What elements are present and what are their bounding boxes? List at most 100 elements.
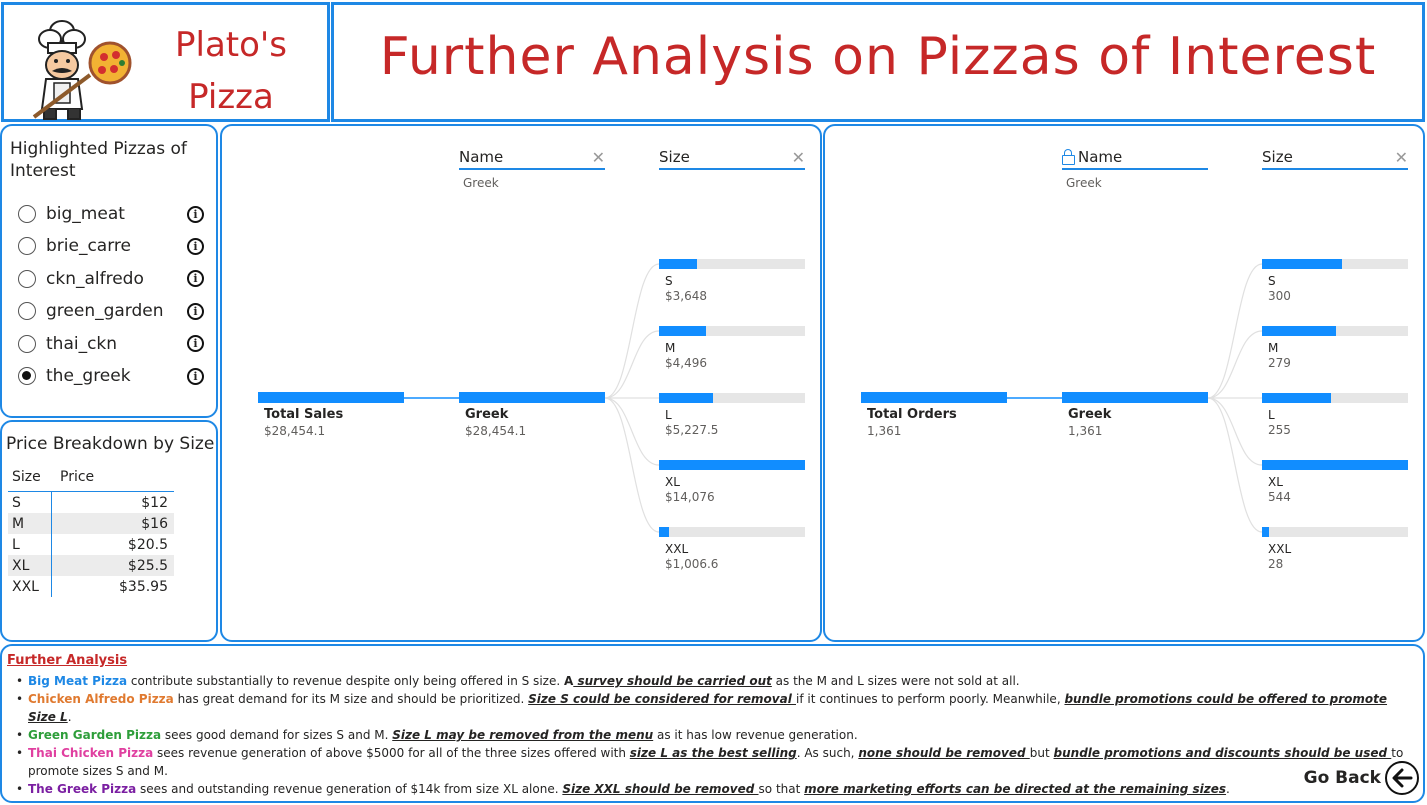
price-table-title: Price Breakdown by Size (6, 434, 215, 454)
price-cell: $12 (141, 494, 168, 511)
leaf-connector (1207, 263, 1263, 399)
leaf-label: XXL (1268, 542, 1292, 556)
leaf-bar-fill (659, 259, 697, 269)
logo-panel: Plato's Pizza (1, 2, 330, 122)
leaf-bar-S[interactable] (1262, 259, 1408, 269)
brand-line-2: Pizza (188, 77, 274, 117)
leaf-bar-S[interactable] (659, 259, 805, 269)
arrow-left-icon (1385, 761, 1419, 795)
table-row: L $20.5 (8, 534, 174, 555)
root-node-bar[interactable] (258, 392, 404, 403)
leaf-value: 279 (1268, 356, 1291, 370)
size-cell: XXL (8, 576, 52, 597)
leaf-bar-XL[interactable] (1262, 460, 1408, 470)
leaf-bar-fill (659, 460, 805, 470)
analysis-text: Size L may be removed from the menu (392, 728, 654, 742)
leaf-label: L (1268, 408, 1275, 422)
analysis-list: Big Meat Pizza contribute substantially … (16, 672, 1411, 798)
table-row: XL $25.5 (8, 555, 174, 576)
pizza-name: Big Meat Pizza (28, 674, 128, 688)
further-analysis-panel: Further Analysis Big Meat Pizza contribu… (0, 644, 1425, 803)
sales-decomposition-tree: Name ✕ Greek Size ✕ Total Sales $28,454.… (220, 124, 822, 642)
leaf-label: XL (1268, 475, 1283, 489)
slicer-option-thai_ckn[interactable]: thai_ckn i (18, 330, 208, 358)
leaf-bar-fill (1262, 527, 1270, 537)
analysis-text: sees revenue generation of above $5000 f… (153, 746, 630, 760)
size-cell: S (8, 492, 52, 513)
analysis-text: has great demand for its M size and shou… (173, 692, 529, 706)
price-table: Size Price S $12 M $16 L $20.5 XL $25.5 XXL $35.9… (8, 462, 174, 597)
table-row: XXL $35.95 (8, 576, 174, 597)
info-icon[interactable]: i (187, 237, 204, 255)
analysis-item: Green Garden Pizza sees good demand for … (16, 726, 1411, 744)
price-breakdown-panel: Price Breakdown by Size Size Price S $12 M… (0, 420, 218, 642)
analysis-text: as it has low revenue generation. (653, 728, 858, 742)
root-node-label: Total Sales (264, 407, 344, 422)
analysis-text: . (67, 710, 72, 724)
slicer-option-label: thai_ckn (46, 333, 118, 354)
analysis-text: so that (758, 782, 805, 796)
greek-node-bar[interactable] (1062, 392, 1208, 403)
radio-button[interactable] (18, 334, 36, 353)
leaf-value: $3,648 (665, 289, 707, 303)
radio-button[interactable] (18, 302, 36, 321)
leaf-bar-XL[interactable] (659, 460, 805, 470)
info-icon[interactable]: i (187, 302, 204, 320)
slicer-option-label: brie_carre (46, 236, 131, 257)
leaf-bar-M[interactable] (1262, 326, 1408, 336)
slicer-option-green_garden[interactable]: green_garden i (18, 297, 208, 325)
root-node-value: 1,361 (867, 424, 902, 438)
leaf-bar-M[interactable] (659, 326, 805, 336)
leaf-value: 544 (1268, 490, 1291, 504)
analysis-text: Size S could be considered for removal (528, 692, 796, 706)
leaf-value: $4,496 (665, 356, 707, 370)
leaf-bar-L[interactable] (659, 393, 805, 403)
column-header-size[interactable]: Size (8, 462, 52, 491)
root-node-bar[interactable] (861, 392, 1007, 403)
pizza-name: The Greek Pizza (28, 782, 137, 796)
slicer-option-brie_carre[interactable]: brie_carre i (18, 232, 208, 260)
leaf-connector (604, 330, 660, 399)
slicer-option-ckn_alfredo[interactable]: ckn_alfredo i (18, 265, 208, 293)
brand-line-1: Plato's (175, 25, 287, 65)
analysis-text: more marketing efforts can be directed a… (804, 782, 1227, 796)
radio-button[interactable] (18, 237, 36, 256)
table-row: S $12 (8, 492, 174, 513)
info-icon[interactable]: i (187, 335, 204, 353)
info-icon[interactable]: i (187, 205, 204, 223)
leaf-bar-fill (1262, 460, 1408, 470)
root-node-label: Total Orders (867, 407, 957, 422)
slicer-option-big_meat[interactable]: big_meat i (18, 200, 208, 228)
radio-button[interactable] (18, 269, 36, 288)
leaf-connector (604, 397, 660, 533)
column-header-price[interactable]: Price (52, 469, 174, 485)
price-cell: $20.5 (127, 536, 168, 553)
leaf-connector (1207, 397, 1263, 466)
root-node-value: $28,454.1 (264, 424, 326, 438)
go-back-button[interactable]: Go Back (1304, 761, 1419, 795)
greek-node-value: $28,454.1 (465, 424, 527, 438)
greek-node-value: 1,361 (1068, 424, 1103, 438)
pizza-name: Thai Chicken Pizza (28, 746, 154, 760)
greek-node-label: Greek (465, 407, 509, 422)
slicer-option-the_greek[interactable]: the_greek i (18, 362, 208, 390)
radio-button[interactable] (18, 367, 36, 385)
pizza-name: Chicken Alfredo Pizza (28, 692, 174, 706)
price-cell: $25.5 (127, 557, 168, 574)
info-icon[interactable]: i (187, 270, 204, 288)
greek-node-bar[interactable] (459, 392, 605, 403)
radio-button[interactable] (18, 205, 36, 223)
go-back-label: Go Back (1303, 768, 1381, 788)
analysis-item: Big Meat Pizza contribute substantially … (16, 672, 1411, 690)
leaf-bar-XXL[interactable] (659, 527, 805, 537)
analysis-text: sees and outstanding revenue generation … (136, 782, 563, 796)
analysis-text: but (1029, 746, 1054, 760)
pizza-name: Green Garden Pizza (28, 728, 162, 742)
leaf-label: S (665, 274, 673, 288)
leaf-bar-XXL[interactable] (1262, 527, 1408, 537)
tree-connectors (1007, 263, 1263, 533)
leaf-label: M (1268, 341, 1279, 355)
leaf-value: 300 (1268, 289, 1291, 303)
info-icon[interactable]: i (187, 367, 204, 385)
leaf-bar-L[interactable] (1262, 393, 1408, 403)
